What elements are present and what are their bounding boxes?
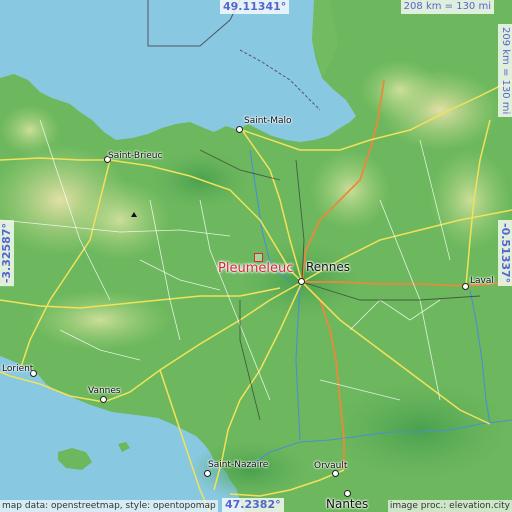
elevation-map[interactable]: Saint-Malo Saint-Brieuc Rennes Laval Lor… xyxy=(0,0,512,512)
city-label-nantes: Nantes xyxy=(326,497,369,511)
scale-horizontal: 208 km = 130 mi xyxy=(400,0,494,14)
city-label-vannes: Vannes xyxy=(88,386,121,396)
coord-south: 47.2382° xyxy=(222,498,284,512)
coord-east: -0.51337° xyxy=(498,220,512,287)
city-label-lorient: Lorient xyxy=(2,364,34,374)
city-dot-vannes xyxy=(100,396,107,403)
city-dot-orvault xyxy=(332,470,339,477)
coord-north: 49.11341° xyxy=(220,0,290,14)
place-label: Pleumeleuc xyxy=(218,261,294,276)
city-label-laval: Laval xyxy=(470,276,494,286)
city-label-orvault: Orvault xyxy=(314,461,348,471)
city-label-rennes: Rennes xyxy=(306,260,351,274)
attribution-left: map data: openstreetmap, style: opentopo… xyxy=(0,500,218,512)
city-dot-saint-nazaire xyxy=(204,470,211,477)
city-label-saint-brieuc: Saint-Brieuc xyxy=(108,151,163,161)
city-label-saint-malo: Saint-Malo xyxy=(244,116,292,126)
city-dot-saint-malo xyxy=(236,126,243,133)
scale-vertical: 209 km = 130 mi xyxy=(498,24,512,118)
peak-icon xyxy=(131,212,137,217)
city-dot-laval xyxy=(462,283,469,290)
attribution-right: image proc.: elevation.city xyxy=(387,500,512,512)
city-label-saint-nazaire: Saint-Nazaire xyxy=(208,460,269,470)
coord-west: -3.32587° xyxy=(0,220,14,287)
city-dot-nantes xyxy=(344,490,351,497)
city-dot-rennes xyxy=(298,278,305,285)
